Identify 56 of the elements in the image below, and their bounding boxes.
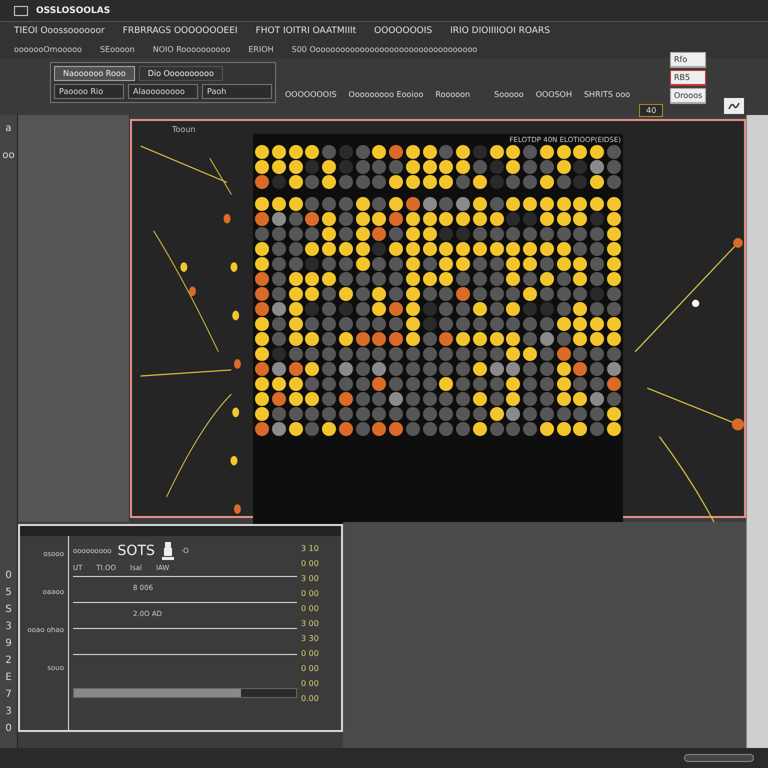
value-text: 0 00 <box>301 559 320 568</box>
breadcrumb-item[interactable]: S00 Oooooooooooooooooooooooooooooooooo <box>292 44 478 54</box>
breadcrumb-item[interactable]: NOIO Roooooooooo <box>152 44 230 54</box>
value-text: 0 00 <box>301 649 320 658</box>
menu-item[interactable]: FRBRRAGS OOOOOOOEEI <box>122 26 238 36</box>
toolbar-button[interactable]: OOOSOH <box>532 88 575 101</box>
menu-item[interactable]: IRIO DIOIIIIOOI ROARS <box>450 26 550 36</box>
toolbar-button[interactable]: Ooooooooo Eooioo <box>346 88 426 101</box>
strip-glyph[interactable]: 9 <box>5 638 12 649</box>
breadcrumb-item[interactable]: ERIOH <box>248 44 274 54</box>
value-text: 3 00 <box>301 574 320 583</box>
strip-glyph[interactable]: 0 <box>5 570 12 581</box>
value-text: 3 00 <box>301 619 320 628</box>
toolbar-button[interactable]: OOOOOOOIS <box>282 88 340 101</box>
strip-glyph[interactable]: 7 <box>5 689 12 700</box>
menu-item[interactable]: FHOT IOITRI OAATMIIIt <box>256 26 356 36</box>
strip-glyph[interactable]: oo <box>2 150 15 161</box>
app-icon <box>14 6 28 16</box>
toolbar-button[interactable]: SHRITS ooo <box>580 88 634 101</box>
input-field[interactable]: Alaoooooooo <box>128 84 198 99</box>
menu-item[interactable]: Orooos <box>670 88 706 104</box>
input-field[interactable]: Paoooo Rio <box>54 84 124 99</box>
value-text: 3 30 <box>301 634 320 643</box>
toolbar-button[interactable]: Rooooon <box>432 88 474 101</box>
strip-glyph[interactable]: 5 <box>5 587 12 598</box>
menu-item[interactable]: Rfo <box>670 52 706 68</box>
tab[interactable]: Dio Oooooooooo <box>138 66 223 81</box>
strip-glyph[interactable]: 3 <box>5 621 12 632</box>
window-title: OSSLOSOOLAS <box>36 6 110 16</box>
menu-item[interactable]: OOOOOOOIS <box>374 26 432 36</box>
input-field[interactable]: Paoh <box>202 84 272 99</box>
breadcrumb-item[interactable]: SEoooon <box>100 44 135 54</box>
tab[interactable]: Naoooooo Rooo <box>54 66 135 81</box>
count-badge: 40 <box>639 104 664 117</box>
strip-glyph[interactable]: a <box>5 123 12 134</box>
value-text: 3 10 <box>301 544 320 553</box>
canvas-label: Tooun <box>172 125 196 134</box>
panel-title: SOTS <box>118 543 155 559</box>
strip-glyph[interactable]: 0 <box>5 723 12 734</box>
curve-icon <box>728 102 740 110</box>
value-text: 0 00 <box>301 589 320 598</box>
menu-item[interactable]: RB5 <box>670 70 706 86</box>
curve-button[interactable] <box>724 98 744 114</box>
value-text: 0 00 <box>301 604 320 613</box>
toolbar-button[interactable]: Sooooo <box>491 88 527 101</box>
strip-glyph[interactable]: E <box>5 672 12 683</box>
strip-glyph[interactable]: S <box>5 604 12 615</box>
value-text: 0 00 <box>301 679 320 688</box>
strip-glyph[interactable]: 2 <box>5 655 12 666</box>
value-text: 0 00 <box>301 664 320 673</box>
breadcrumb-item[interactable]: ooooooOmooooo <box>14 44 82 54</box>
menu-item[interactable]: TIEOI Ooossoooooor <box>14 26 105 36</box>
figure-icon <box>160 542 175 560</box>
progress-reading: 0.00 <box>301 694 320 703</box>
scrollbar[interactable] <box>684 754 754 762</box>
strip-glyph[interactable]: 3 <box>5 706 12 717</box>
